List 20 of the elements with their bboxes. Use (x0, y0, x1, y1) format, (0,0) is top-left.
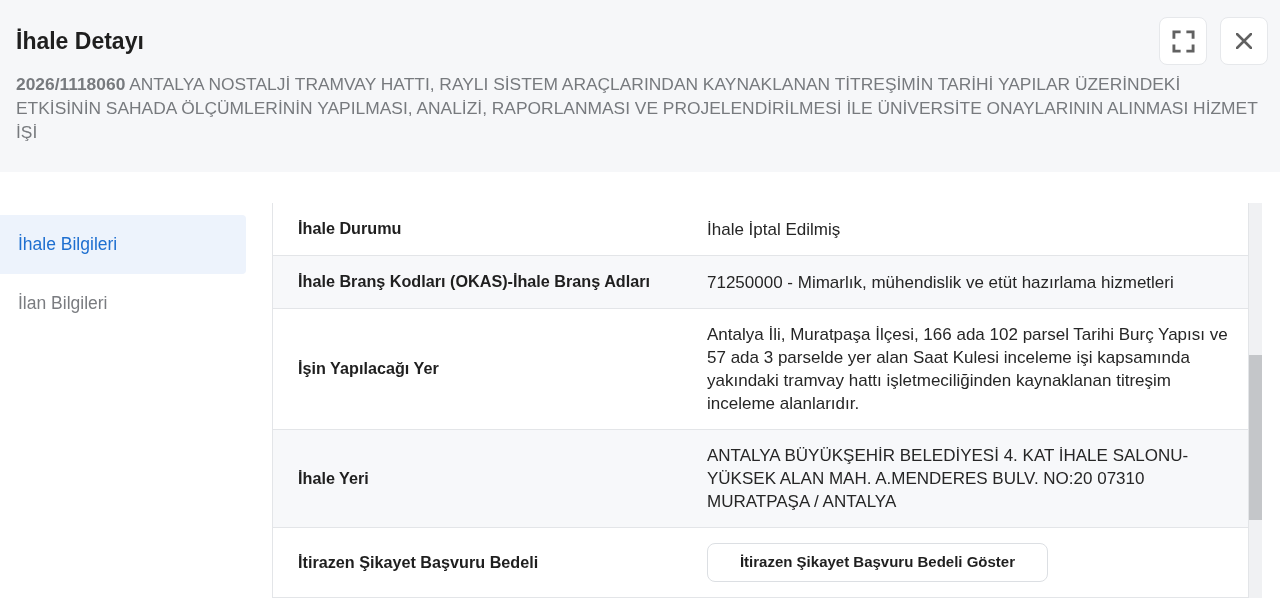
tender-description: 2026/1118060 ANTALYA NOSTALJİ TRAMVAY HATTI, RAYLI SİSTEM ARAÇLARINDAN KAYNAKLANAN TİTREŞİMİN TARİHİ YAPILAR ÜZERİNDEKİ ETKİSİNİN SAHADA ÖLÇÜMLERİNİN YAPILMASI, ANALİZİ, RAPORLANMASI VE PROJELENDİRİLMESİ İLE ÜNİVERSİTE ONAYLARININ ALINMASI HİZMET İŞİ (16, 73, 1259, 144)
field-label: İhale Branş Kodları (OKAS)-İhale Branş Adları (298, 272, 650, 290)
close-icon (1236, 33, 1252, 49)
field-value: Antalya İli, Muratpaşa İlçesi, 166 ada 102 parsel Tarihi Burç Yapısı ve 57 ada 3 parselde yer alan Saat Kulesi inceleme işi kapsamında yakındaki tramvay hattı işletmeciliğinden kaynaklanan titreşim inceleme alanlarıdır. (707, 324, 1229, 415)
fullscreen-button[interactable] (1159, 17, 1207, 65)
dialog-title: İhale Detayı (16, 27, 144, 55)
scrollbar-track[interactable] (1248, 203, 1262, 598)
field-label: İhale Yeri (298, 468, 369, 487)
field-label: İşin Yapılacağı Yer (298, 359, 439, 377)
field-value: ANTALYA BÜYÜKŞEHİR BELEDİYESİ 4. KAT İHALE SALONU-YÜKSEK ALAN MAH. A.MENDERES BULV. NO:20 07310 MURATPAŞA / ANTALYA (707, 445, 1190, 513)
scrollbar-thumb[interactable] (1249, 355, 1262, 520)
sidebar-tab[interactable]: İhale Bilgileri (0, 215, 246, 274)
show-fee-button[interactable]: İtirazen Şikayet Başvuru Bedeli Göster (707, 543, 1048, 582)
sidebar-tab[interactable]: İlan Bilgileri (0, 274, 246, 333)
fullscreen-icon (1171, 29, 1195, 53)
field-label: İhale Durumu (298, 219, 402, 237)
field-value: 71250000 - Mimarlık, mühendislik ve etüt hazırlama hizmetleri (707, 271, 1175, 294)
field-label: İtirazen Şikayet Başvuru Bedeli (298, 552, 539, 571)
close-button[interactable] (1220, 17, 1268, 65)
field-value: İhale İptal Edilmiş (707, 218, 842, 241)
